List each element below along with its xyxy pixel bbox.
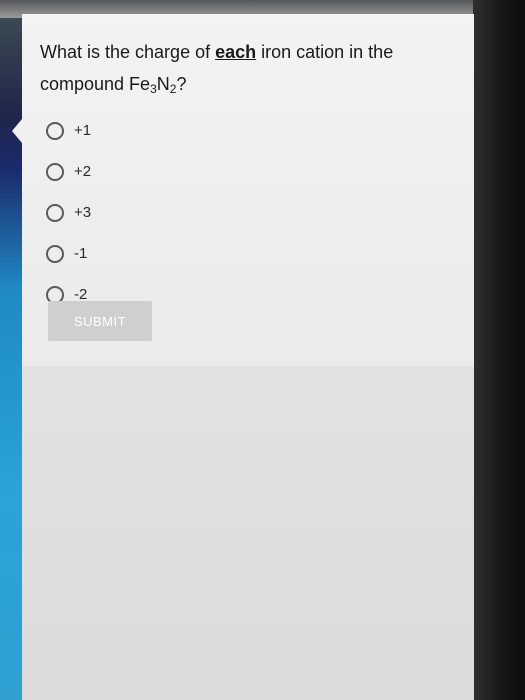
monitor-right-bezel xyxy=(473,0,525,700)
radio-button[interactable] xyxy=(46,121,64,140)
question-end: ? xyxy=(176,74,187,94)
radio-button[interactable] xyxy=(46,244,64,263)
question-prefix: What is the charge of xyxy=(40,42,216,62)
radio-button[interactable] xyxy=(46,203,64,222)
formula-element-n: N xyxy=(156,74,170,94)
answer-options: +1 +2 +3 -1 -2 xyxy=(46,110,91,315)
formula-subscript-fe: 3 xyxy=(150,82,157,96)
panel-pointer xyxy=(12,119,22,143)
question-emphasis: each xyxy=(215,42,257,62)
panel-lower-area xyxy=(22,366,474,700)
option-label: +2 xyxy=(74,163,92,180)
question-text: What is the charge of each iron cation i… xyxy=(40,36,460,100)
option-label: +1 xyxy=(74,122,92,139)
question-panel: What is the charge of each iron cation i… xyxy=(22,14,474,700)
option-label: +3 xyxy=(74,204,92,221)
submit-button[interactable]: SUBMIT xyxy=(48,301,152,341)
option-plus-3[interactable]: +3 xyxy=(46,192,91,233)
option-minus-1[interactable]: -1 xyxy=(46,233,91,274)
option-label: -1 xyxy=(74,245,88,262)
option-plus-1[interactable]: +1 xyxy=(46,110,91,151)
radio-button[interactable] xyxy=(46,162,64,181)
option-plus-2[interactable]: +2 xyxy=(46,151,91,192)
